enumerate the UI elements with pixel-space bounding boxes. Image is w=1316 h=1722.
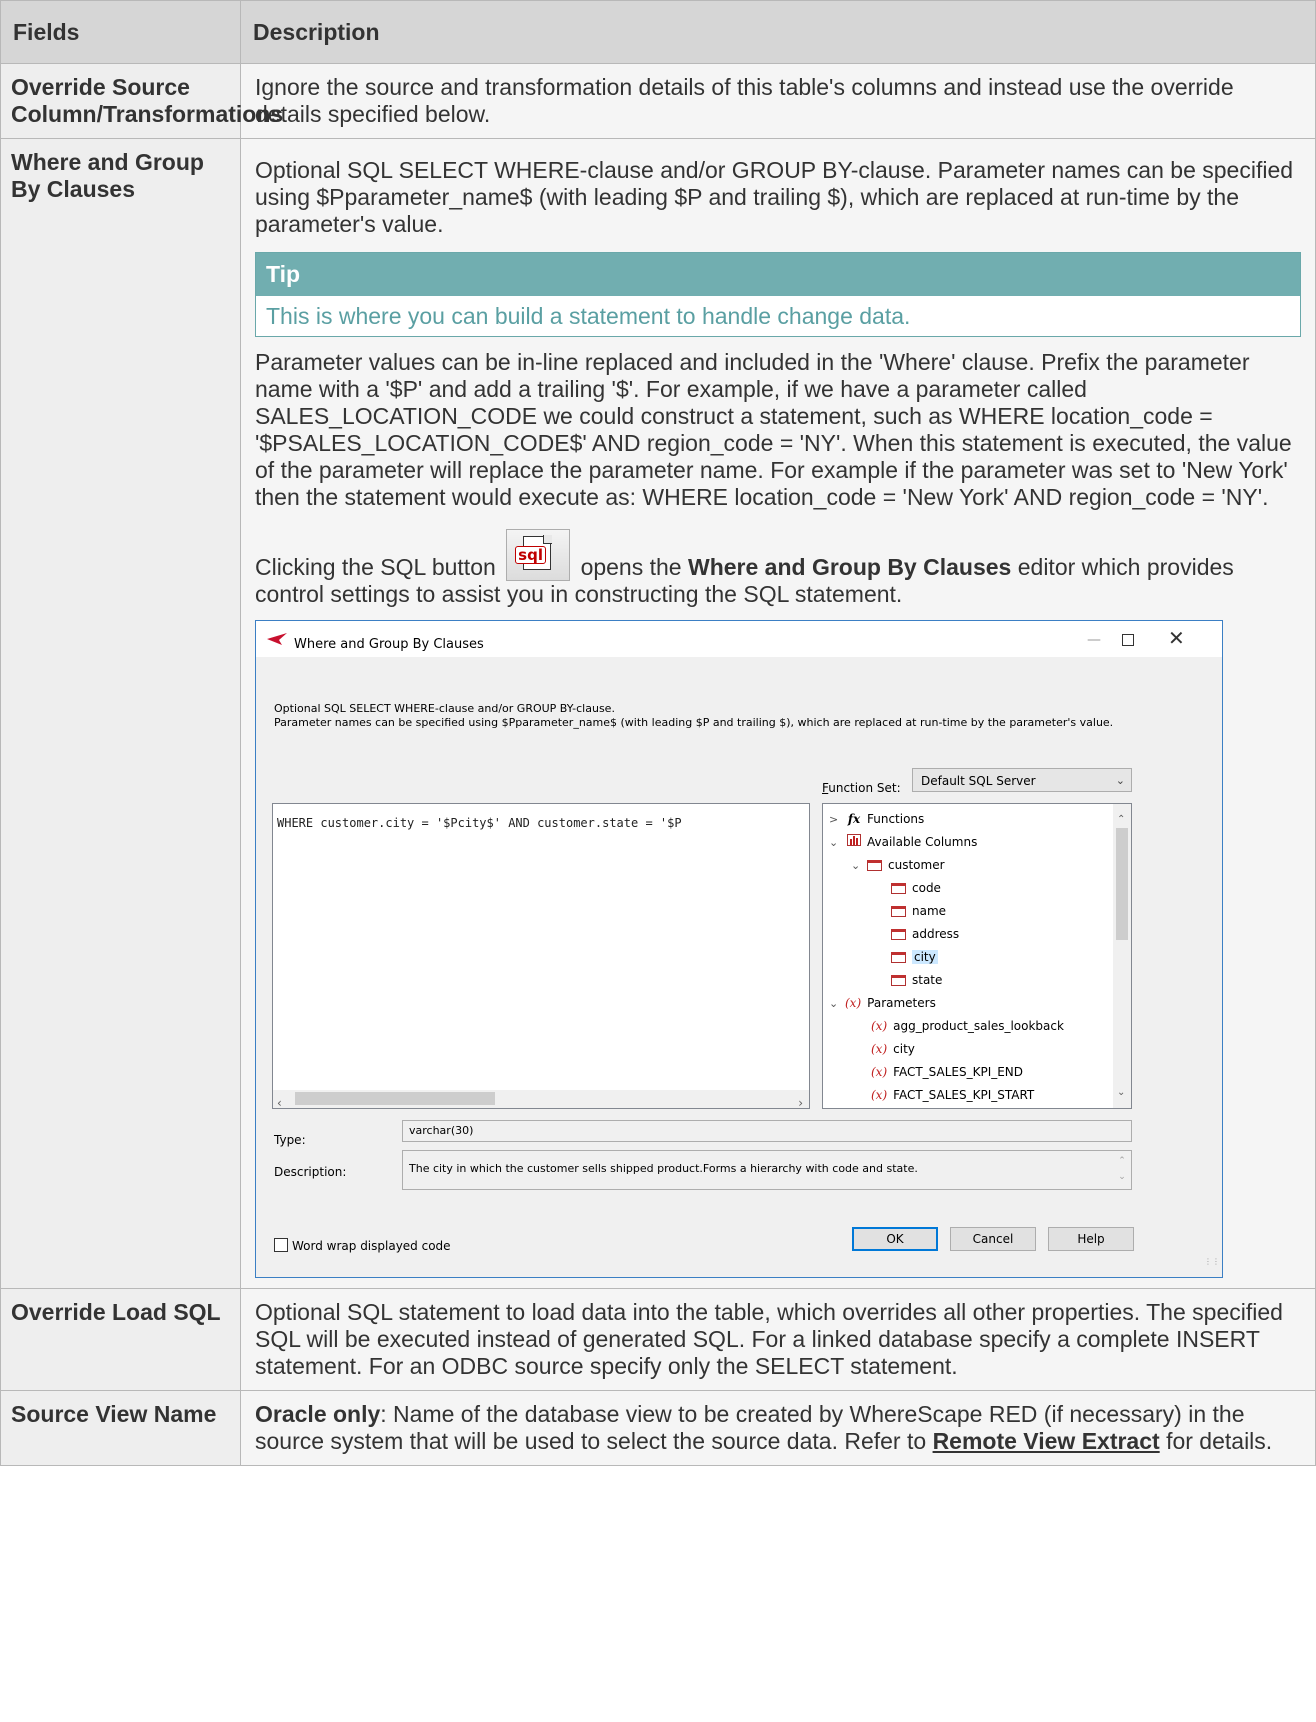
desc-text: Oracle only: Name of the database view t… bbox=[255, 1401, 1273, 1454]
function-set-label: Function Set: bbox=[822, 781, 901, 795]
sql-button-paragraph: Clicking the SQL button sql opens the Wh… bbox=[255, 529, 1301, 608]
scroll-thumb[interactable] bbox=[1116, 828, 1128, 940]
scroll-right-icon[interactable]: › bbox=[798, 1090, 803, 1108]
tree-item-parameter[interactable]: (x) agg_product_sales_lookback bbox=[871, 1015, 1064, 1037]
horizontal-scrollbar[interactable]: ‹ › bbox=[273, 1090, 809, 1108]
description-value: The city in which the customer sells shi… bbox=[409, 1162, 918, 1175]
minimize-icon[interactable]: — bbox=[1084, 627, 1104, 648]
ok-button[interactable]: OK bbox=[852, 1227, 938, 1251]
sql-text-before: Clicking the SQL button bbox=[255, 554, 496, 580]
desc-override-source: Ignore the source and transformation det… bbox=[240, 63, 1316, 139]
field-override-load: Override Load SQL bbox=[0, 1288, 241, 1391]
chevron-down-icon: ⌄ bbox=[1115, 774, 1125, 787]
desc-text: Optional SQL statement to load data into… bbox=[255, 1299, 1283, 1379]
bar-chart-icon bbox=[845, 831, 863, 853]
column-icon bbox=[891, 952, 906, 963]
tree-item-column[interactable]: state bbox=[891, 969, 942, 991]
chevron-down-icon[interactable]: ⌄ bbox=[851, 855, 867, 877]
tree-item-parameter[interactable]: (x) city bbox=[871, 1038, 915, 1060]
field-source-view: Source View Name bbox=[0, 1390, 241, 1466]
word-wrap-checkbox[interactable]: Word wrap displayed code bbox=[274, 1233, 451, 1260]
scroll-left-icon[interactable]: ‹ bbox=[277, 1090, 282, 1108]
column-icon bbox=[891, 929, 906, 940]
sql-text-after: opens the bbox=[580, 554, 682, 580]
remote-view-extract-link[interactable]: Remote View Extract bbox=[933, 1428, 1160, 1454]
tree-item-available-columns[interactable]: ⌄ Available Columns bbox=[829, 831, 977, 853]
tip-text: This is where you can build a statement … bbox=[266, 303, 911, 329]
desc-source-view: Oracle only: Name of the database view t… bbox=[240, 1390, 1316, 1466]
chevron-right-icon[interactable]: > bbox=[829, 809, 845, 831]
column-icon bbox=[891, 883, 906, 894]
resize-grip-icon[interactable]: ⋮⋮ bbox=[1204, 1248, 1220, 1275]
description-field: The city in which the customer sells shi… bbox=[402, 1150, 1132, 1190]
fx-icon: fx bbox=[847, 812, 861, 826]
type-label: Type: bbox=[274, 1133, 306, 1147]
type-field: varchar(30) bbox=[402, 1120, 1132, 1142]
table-row: Override Load SQL Optional SQL statement… bbox=[0, 1288, 1316, 1391]
help-button[interactable]: Help bbox=[1048, 1227, 1134, 1251]
column-icon bbox=[891, 975, 906, 986]
parameter-icon: (x) bbox=[871, 1019, 888, 1033]
desc-where-group: Optional SQL SELECT WHERE-clause and/or … bbox=[240, 138, 1316, 1289]
description-scrollbar[interactable]: ⌃ ⌄ bbox=[1115, 1153, 1129, 1187]
scroll-down-icon[interactable]: ⌄ bbox=[1117, 1079, 1125, 1106]
close-icon[interactable]: ✕ bbox=[1168, 625, 1185, 652]
app-logo-icon bbox=[267, 633, 287, 645]
tree-item-column[interactable]: code bbox=[891, 877, 941, 899]
word-wrap-label: Word wrap displayed code bbox=[292, 1239, 451, 1253]
description-label: Description: bbox=[274, 1165, 347, 1179]
description-header: Description bbox=[240, 0, 1316, 64]
table-row: Source View Name Oracle only: Name of th… bbox=[0, 1390, 1316, 1466]
field-override-source: Override Source Column/Transformations bbox=[0, 63, 283, 139]
where-group-dialog: Where and Group By Clauses — ✕ Optional … bbox=[255, 620, 1223, 1278]
tree-item-column-selected[interactable]: city bbox=[891, 946, 938, 968]
tree-item-customer[interactable]: ⌄ customer bbox=[851, 854, 945, 876]
sql-text-bold: Where and Group By Clauses bbox=[687, 554, 1012, 580]
function-set-select[interactable]: Default SQL Server ⌄ bbox=[912, 768, 1132, 792]
maximize-icon[interactable] bbox=[1122, 634, 1134, 646]
table-row: Override Source Column/Transformations I… bbox=[0, 63, 1316, 139]
header-row: Fields Description bbox=[0, 0, 1316, 64]
checkbox-icon[interactable] bbox=[274, 1238, 288, 1252]
tree-item-parameters[interactable]: ⌄ (x) Parameters bbox=[829, 992, 936, 1014]
tree-item-parameter[interactable]: (x) FACT_SALES_KPI_END bbox=[871, 1061, 1023, 1083]
function-set-value: Default SQL Server bbox=[921, 774, 1036, 788]
dialog-title: Where and Group By Clauses bbox=[294, 637, 484, 652]
tip-title: Tip bbox=[256, 253, 1300, 296]
vertical-scrollbar[interactable]: ⌃ ⌄ bbox=[1113, 804, 1131, 1108]
oracle-only-label: Oracle only bbox=[255, 1401, 381, 1427]
fields-table: Fields Description Override Source Colum… bbox=[0, 0, 1316, 1466]
tree-item-column[interactable]: name bbox=[891, 900, 946, 922]
column-icon bbox=[891, 906, 906, 917]
sql-document-icon[interactable]: sql bbox=[506, 529, 571, 581]
parameter-icon: (x) bbox=[871, 1088, 888, 1102]
tip-box: Tip This is where you can build a statem… bbox=[255, 252, 1301, 337]
fields-header: Fields bbox=[0, 0, 241, 64]
desc-text: Ignore the source and transformation det… bbox=[255, 74, 1234, 127]
param-paragraph: Parameter values can be in-line replaced… bbox=[255, 349, 1292, 510]
scroll-thumb[interactable] bbox=[295, 1092, 495, 1105]
chevron-down-icon[interactable]: ⌄ bbox=[829, 993, 845, 1015]
parameter-icon: (x) bbox=[871, 1065, 888, 1079]
tree-item-column[interactable]: address bbox=[891, 923, 959, 945]
sql-editor[interactable]: WHERE customer.city = '$Pcity$' AND cust… bbox=[272, 803, 810, 1109]
dialog-description-line2: Parameter names can be specified using $… bbox=[274, 716, 1114, 729]
editor-code: WHERE customer.city = '$Pcity$' AND cust… bbox=[277, 816, 682, 830]
parameter-icon: (x) bbox=[845, 996, 862, 1010]
chevron-down-icon[interactable]: ⌄ bbox=[829, 832, 845, 854]
tree-item-parameter[interactable]: (x) FACT_SALES_KPI_START bbox=[871, 1084, 1034, 1106]
tree-item-functions[interactable]: > fx Functions bbox=[829, 808, 924, 830]
desc-override-load: Optional SQL statement to load data into… bbox=[240, 1288, 1316, 1391]
desc-text: Optional SQL SELECT WHERE-clause and/or … bbox=[255, 157, 1294, 237]
dialog-titlebar: Where and Group By Clauses — ✕ bbox=[256, 621, 1222, 657]
table-icon bbox=[867, 860, 882, 871]
cancel-button[interactable]: Cancel bbox=[950, 1227, 1036, 1251]
parameter-icon: (x) bbox=[871, 1042, 888, 1056]
function-tree[interactable]: > fx Functions ⌄ Available Columns ⌄ custome… bbox=[822, 803, 1132, 1109]
field-where-group: Where and Group By Clauses bbox=[0, 138, 241, 1289]
table-row: Where and Group By Clauses Optional SQL … bbox=[0, 138, 1316, 1289]
